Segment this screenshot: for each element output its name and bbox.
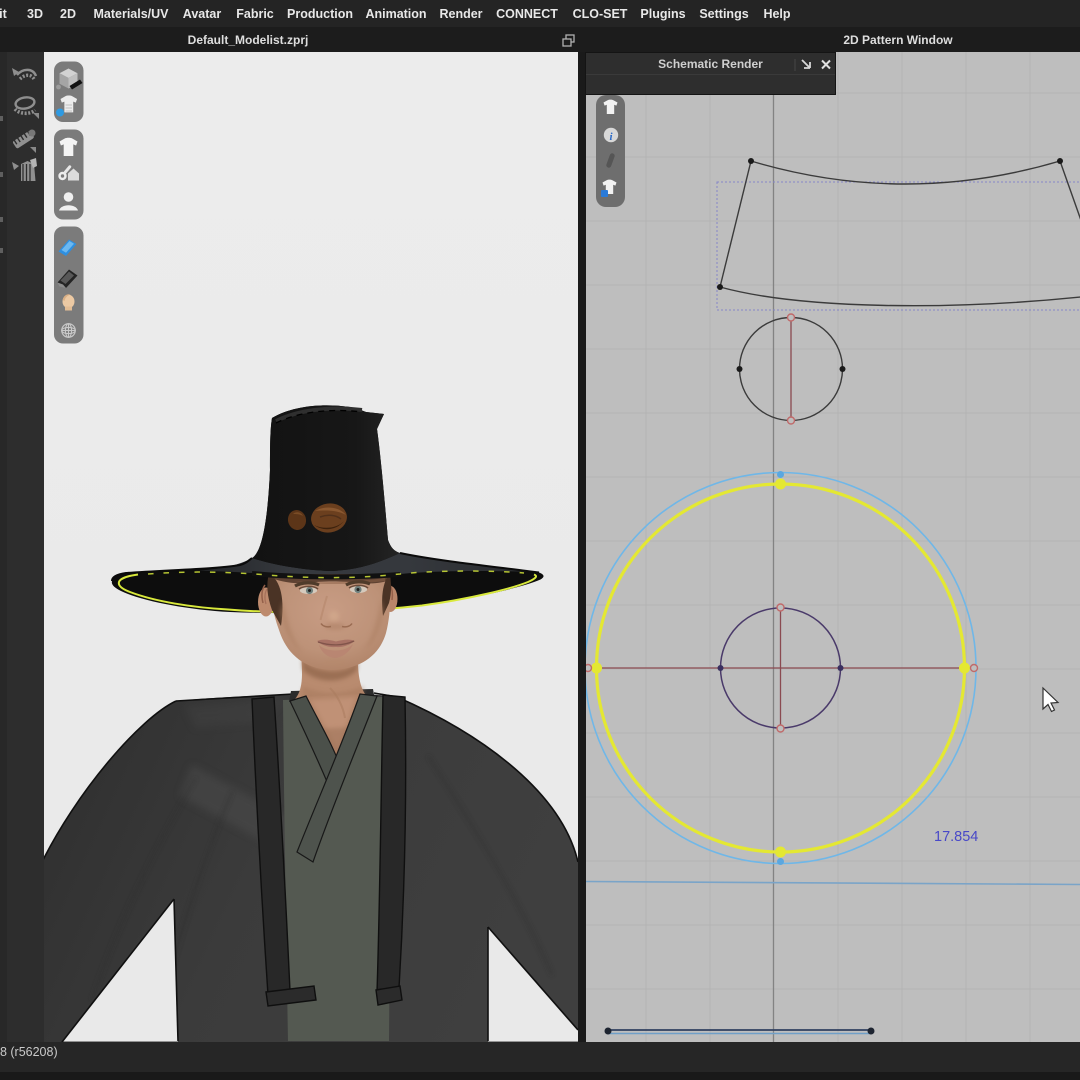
svg-text:17.854: 17.854 bbox=[934, 829, 978, 845]
